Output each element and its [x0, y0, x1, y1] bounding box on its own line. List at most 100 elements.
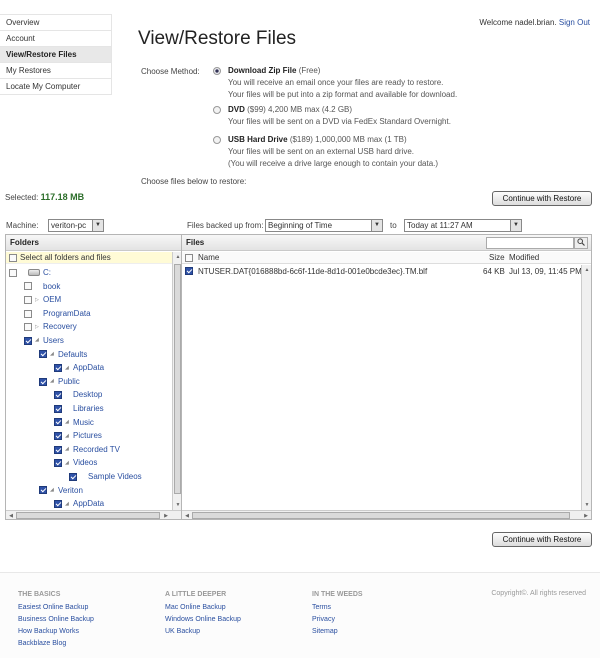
tree-checkbox[interactable] [54, 445, 62, 454]
sidebar-item-view-restore-files[interactable]: View/Restore Files [0, 47, 112, 63]
files-hscroll-thumb[interactable] [192, 512, 570, 519]
footer-link[interactable]: Privacy [312, 614, 363, 626]
expand-arrow-icon[interactable]: ▷ [35, 294, 43, 307]
tree-item[interactable]: ◢ Veriton [39, 484, 83, 497]
footer-link[interactable]: How Backup Works [18, 626, 94, 638]
folders-hscroll-thumb[interactable] [16, 512, 160, 519]
tree-item[interactable]: ▷ Recovery [24, 320, 77, 333]
radio-dvd[interactable] [213, 106, 221, 114]
tree-checkbox[interactable] [39, 486, 47, 495]
footer-link[interactable]: Easiest Online Backup [18, 602, 94, 614]
method-zip[interactable]: Download Zip File (Free) You will receiv… [213, 65, 513, 101]
tree-item[interactable]: Libraries [54, 402, 104, 415]
scroll-left-icon[interactable]: ◀ [7, 512, 15, 519]
tree-checkbox[interactable] [54, 432, 62, 441]
tree-checkbox[interactable] [9, 268, 17, 277]
tree-item[interactable]: ◢ Music [54, 416, 94, 429]
tree-checkbox[interactable] [24, 309, 32, 318]
tree-checkbox[interactable] [54, 418, 62, 427]
select-all-row[interactable]: Select all folders and files [6, 252, 172, 264]
expand-arrow-icon[interactable]: ◢ [65, 498, 73, 511]
tree-item[interactable]: ◢ Users [24, 334, 64, 347]
files-scrollbar-h[interactable]: ◀ ▶ [182, 510, 591, 519]
expand-arrow-icon[interactable]: ◢ [50, 348, 58, 361]
tree-checkbox[interactable] [39, 377, 47, 386]
tree-checkbox[interactable] [39, 350, 47, 359]
footer-link[interactable]: Windows Online Backup [165, 614, 241, 626]
sidebar-item-overview[interactable]: Overview [0, 15, 112, 31]
tree-checkbox[interactable] [54, 404, 62, 413]
tree-checkbox[interactable] [24, 323, 32, 332]
tree-item[interactable]: ◢ AppData [54, 361, 104, 374]
radio-zip[interactable] [213, 67, 221, 75]
tree-item[interactable]: book [24, 280, 60, 293]
sidebar-item-my-restores[interactable]: My Restores [0, 63, 112, 79]
tree-item[interactable]: ▷ OEM [24, 293, 61, 306]
tree-checkbox[interactable] [24, 296, 32, 305]
folders-scrollbar-h[interactable]: ◀ ▶ [6, 510, 181, 519]
footer-link[interactable]: UK Backup [165, 626, 241, 638]
method-desc: (You will receive a drive large enough t… [228, 159, 439, 168]
search-button[interactable] [574, 237, 588, 249]
tree-item[interactable]: C: [9, 266, 51, 279]
backed-to-select[interactable]: Today at 11:27 AM ▼ [404, 219, 522, 232]
backed-to-value: Today at 11:27 AM [407, 221, 473, 230]
tree-checkbox[interactable] [54, 500, 62, 509]
footer-link[interactable]: Business Online Backup [18, 614, 94, 626]
col-size[interactable]: Size [489, 252, 505, 264]
method-usb[interactable]: USB Hard Drive ($189) 1,000,000 MB max (… [213, 134, 513, 170]
tree-item[interactable]: ◢ AppData [54, 497, 104, 510]
method-dvd[interactable]: DVD ($99) 4,200 MB max (4.2 GB) Your fil… [213, 104, 513, 128]
expand-arrow-icon[interactable]: ▷ [35, 321, 43, 334]
col-modified[interactable]: Modified [509, 252, 539, 264]
tree-checkbox[interactable] [54, 459, 62, 468]
expand-arrow-icon[interactable]: ◢ [50, 375, 58, 388]
tree-item[interactable]: Sample Videos [69, 470, 142, 483]
tree-item[interactable]: ◢ Pictures [54, 429, 102, 442]
backed-from-select[interactable]: Beginning of Time ▼ [265, 219, 383, 232]
sidebar-item-account[interactable]: Account [0, 31, 112, 47]
footer-link[interactable]: Terms [312, 602, 363, 614]
tree-item[interactable]: ◢ Videos [54, 456, 97, 469]
tree-item[interactable]: ProgramData [24, 307, 91, 320]
expand-arrow-icon[interactable]: ◢ [65, 362, 73, 375]
expand-arrow-icon[interactable]: ◢ [65, 430, 73, 443]
search-input[interactable] [486, 237, 574, 249]
machine-select[interactable]: veriton-pc ▼ [48, 219, 104, 232]
file-checkbox[interactable] [185, 267, 193, 275]
tree-item[interactable]: Desktop [54, 388, 102, 401]
footer-link[interactable]: Backblaze Blog [18, 638, 94, 650]
sidebar-item-locate-my-computer[interactable]: Locate My Computer [0, 79, 112, 95]
select-all-checkbox[interactable] [9, 253, 17, 262]
tree-checkbox[interactable] [24, 282, 32, 291]
tree-item[interactable]: ◢ Public [39, 375, 80, 388]
scroll-left-icon[interactable]: ◀ [183, 512, 191, 519]
expand-arrow-icon[interactable]: ◢ [65, 457, 73, 470]
tree-checkbox[interactable] [54, 364, 62, 373]
scroll-right-icon[interactable]: ▶ [582, 512, 590, 519]
col-name[interactable]: Name [198, 252, 219, 264]
expand-arrow-icon[interactable]: ◢ [65, 416, 73, 429]
radio-usb[interactable] [213, 136, 221, 144]
footer-link[interactable]: Sitemap [312, 626, 363, 638]
table-row[interactable]: NTUSER.DAT{016888bd-6c6f-11de-8d1d-001e0… [182, 265, 591, 278]
files-select-all-checkbox[interactable] [185, 254, 193, 262]
tree-item[interactable]: ◢ Defaults [39, 348, 87, 361]
copyright: Copyright©. All rights reserved [491, 590, 586, 597]
tree-item[interactable]: ◢ Recorded TV [54, 443, 120, 456]
scroll-right-icon[interactable]: ▶ [162, 512, 170, 519]
footer-link[interactable]: Mac Online Backup [165, 602, 241, 614]
sign-out-link[interactable]: Sign Out [559, 18, 590, 27]
scroll-up-icon[interactable]: ▲ [583, 266, 591, 274]
files-scrollbar-v[interactable]: ▲ ▼ [581, 265, 591, 510]
scroll-down-icon[interactable]: ▼ [583, 501, 591, 509]
expand-arrow-icon[interactable]: ◢ [50, 484, 58, 497]
tree-checkbox[interactable] [24, 336, 32, 345]
continue-restore-button-top[interactable]: Continue with Restore [492, 191, 592, 206]
tree-checkbox[interactable] [54, 391, 62, 400]
expand-arrow-icon[interactable]: ◢ [35, 334, 43, 347]
continue-restore-button-bottom[interactable]: Continue with Restore [492, 532, 592, 547]
tree-checkbox[interactable] [69, 472, 77, 481]
folders-scroll-thumb[interactable] [174, 264, 181, 494]
expand-arrow-icon[interactable]: ◢ [65, 443, 73, 456]
